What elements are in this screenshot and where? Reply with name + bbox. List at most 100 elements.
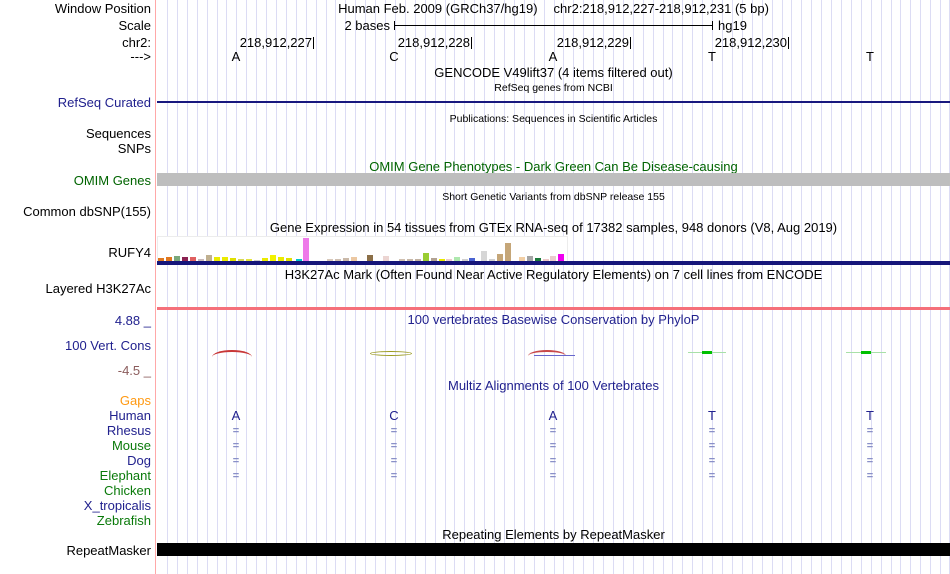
position-title: Human Feb. 2009 (GRCh37/hg19) chr2:218,91…: [157, 2, 950, 16]
repeatmasker-track-title[interactable]: Repeating Elements by RepeatMasker: [157, 528, 950, 542]
genome-browser-track-image: Window Position Scale chr2: ---> RefSeq …: [0, 0, 950, 574]
ruler-base-letter: A: [548, 49, 558, 64]
conservation-ellipse[interactable]: [370, 351, 412, 356]
gtex-bar[interactable]: [497, 254, 503, 261]
multiz-alignment-cell: =: [549, 440, 557, 452]
multiz-species-label[interactable]: Gaps: [0, 394, 151, 408]
ruler-base-letter: T: [708, 49, 716, 64]
multiz-alignment-cell: =: [390, 455, 398, 467]
multiz-species-label[interactable]: Chicken: [0, 484, 151, 498]
ruler-base-letter: A: [231, 49, 241, 64]
coordinate-tick: [471, 37, 472, 49]
repeatmasker-element-bar[interactable]: [157, 543, 950, 556]
conservation-green-line[interactable]: [688, 351, 726, 354]
multiz-alignment-cell: =: [866, 440, 874, 452]
conservation-arc-double[interactable]: [528, 350, 575, 356]
coordinate-text: 218,912,229: [556, 35, 629, 50]
gtex-bar[interactable]: [558, 254, 564, 261]
multiz-species-label[interactable]: Elephant: [0, 469, 151, 483]
label-track-separator-line: [155, 0, 156, 574]
conservation-line-bottom: [533, 355, 575, 356]
coordinate-tick: [313, 37, 314, 49]
scale-bar-line: [395, 25, 712, 26]
track-label-common-dbsnp[interactable]: Common dbSNP(155): [0, 205, 151, 219]
strand-direction-label: --->: [130, 49, 151, 64]
coordinate-tick: [788, 37, 789, 49]
multiz-alignment-cell: T: [866, 408, 874, 423]
multiz-alignment-cell: =: [232, 470, 240, 482]
multiz-species-label[interactable]: Rhesus: [0, 424, 151, 438]
multiz-track-title[interactable]: Multiz Alignments of 100 Vertebrates: [157, 379, 950, 393]
ruler-base-letter: T: [866, 49, 874, 64]
multiz-alignment-cell: =: [232, 455, 240, 467]
refseq-curated-gene-line[interactable]: [157, 101, 950, 103]
dbsnp-track-title[interactable]: Short Genetic Variants from dbSNP releas…: [157, 191, 950, 203]
gencode-track-title[interactable]: GENCODE V49lift37 (4 items filtered out): [157, 66, 950, 80]
multiz-alignment-cell: =: [708, 455, 716, 467]
omim-gene-bar[interactable]: [157, 173, 950, 186]
multiz-species-label[interactable]: X_tropicalis: [0, 499, 151, 513]
gtex-baseline[interactable]: [157, 261, 950, 265]
multiz-alignment-cell: =: [708, 470, 716, 482]
track-label-snps[interactable]: SNPs: [0, 142, 151, 156]
conservation-arc[interactable]: [212, 350, 252, 357]
gtex-bar[interactable]: [481, 251, 487, 261]
refseq-track-subtitle[interactable]: RefSeq genes from NCBI: [157, 82, 950, 94]
track-label-omim-genes[interactable]: OMIM Genes: [0, 174, 151, 188]
gtex-bar[interactable]: [423, 253, 429, 261]
multiz-alignment-cell: T: [708, 408, 716, 423]
multiz-alignment-cell: =: [708, 440, 716, 452]
track-label-repeatmasker[interactable]: RepeatMasker: [0, 544, 151, 558]
multiz-species-label[interactable]: Mouse: [0, 439, 151, 453]
multiz-alignment-cell: =: [549, 470, 557, 482]
scale-bar: [394, 21, 713, 30]
multiz-alignment-cell: =: [390, 425, 398, 437]
track-label-rufy4[interactable]: RUFY4: [0, 246, 151, 260]
track-label-refseq-curated[interactable]: RefSeq Curated: [0, 96, 151, 110]
h3k27ac-signal-line[interactable]: [157, 307, 950, 310]
conservation-green-dash: [861, 351, 871, 354]
publications-track-title[interactable]: Publications: Sequences in Scientific Ar…: [157, 113, 950, 125]
gtex-bar[interactable]: [303, 238, 309, 261]
multiz-alignment-cell: =: [390, 470, 398, 482]
multiz-species-label[interactable]: Zebrafish: [0, 514, 151, 528]
omim-track-title[interactable]: OMIM Gene Phenotypes - Dark Green Can Be…: [157, 160, 950, 174]
window-position-label: Window Position: [54, 1, 151, 16]
multiz-alignment-cell: =: [549, 425, 557, 437]
multiz-alignment-cell: A: [548, 408, 558, 423]
coordinate-text: 218,912,228: [397, 35, 470, 50]
coordinate-tick: [630, 37, 631, 49]
phylop-max-value: 4.88 _: [114, 313, 151, 328]
conservation-green-line[interactable]: [846, 351, 886, 354]
scale-value: 2 bases: [344, 18, 390, 33]
coordinate-label: 218,912,228: [340, 36, 472, 50]
genome-assembly-label: hg19: [718, 18, 747, 33]
multiz-alignment-cell: =: [866, 425, 874, 437]
multiz-species-label[interactable]: Human: [0, 409, 151, 423]
track-label-layered-h3k27ac[interactable]: Layered H3K27Ac: [0, 282, 151, 296]
multiz-alignment-cell: A: [231, 408, 241, 423]
coordinate-label: 218,912,230: [657, 36, 789, 50]
multiz-alignment-cell: =: [232, 440, 240, 452]
coordinate-text: 218,912,227: [239, 35, 312, 50]
phylop-track-title[interactable]: 100 vertebrates Basewise Conservation by…: [157, 313, 950, 327]
assembly-title: Human Feb. 2009 (GRCh37/hg19): [338, 1, 538, 16]
gtex-track-title[interactable]: Gene Expression in 54 tissues from GTEx …: [157, 221, 950, 235]
track-label-sequences[interactable]: Sequences: [0, 127, 151, 141]
multiz-alignment-cell: =: [390, 440, 398, 452]
multiz-alignment-cell: =: [866, 455, 874, 467]
coordinate-label: 218,912,229: [499, 36, 631, 50]
multiz-alignment-cell: =: [708, 425, 716, 437]
gtex-bar[interactable]: [505, 243, 511, 261]
conservation-green-dash: [702, 351, 712, 354]
chrom-label: chr2:: [122, 35, 151, 50]
ruler-base-letter: C: [389, 49, 399, 64]
multiz-species-label[interactable]: Dog: [0, 454, 151, 468]
multiz-alignment-cell: C: [389, 408, 399, 423]
coordinate-label: 218,912,227: [182, 36, 314, 50]
track-label-100-vert-cons[interactable]: 100 Vert. Cons: [0, 339, 151, 353]
multiz-alignment-cell: =: [549, 455, 557, 467]
h3k27ac-track-title[interactable]: H3K27Ac Mark (Often Found Near Active Re…: [157, 268, 950, 282]
range-title: chr2:218,912,227-218,912,231 (5 bp): [553, 1, 769, 16]
multiz-alignment-cell: =: [232, 425, 240, 437]
